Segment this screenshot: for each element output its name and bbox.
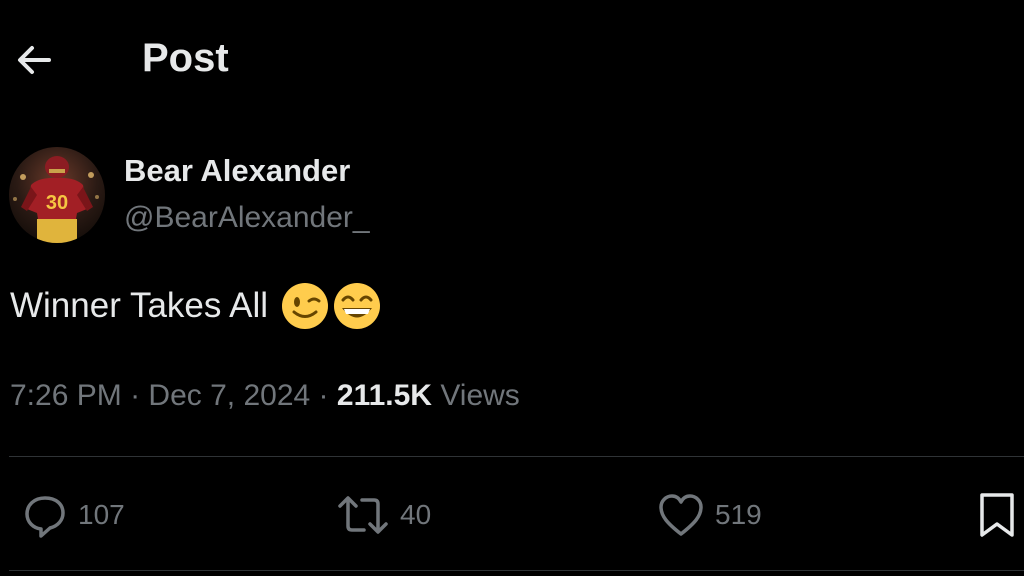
like-count: 519 (715, 499, 762, 530)
avatar-jersey-number: 30 (46, 192, 68, 214)
reply-icon (25, 496, 65, 538)
avatar[interactable]: 30 (9, 147, 105, 243)
repost-button[interactable]: 40 (336, 485, 431, 545)
action-bar: 107 40 519 (0, 485, 1024, 545)
arrow-left-icon (18, 46, 51, 74)
post-header: Post (0, 0, 1024, 116)
post-text: Winner Takes All (10, 280, 384, 332)
bookmark-button[interactable] (976, 485, 1018, 545)
heart-icon (659, 494, 703, 536)
views-label: Views (440, 379, 520, 412)
repost-count: 40 (400, 499, 432, 530)
post-date[interactable]: Dec 7, 2024 (148, 379, 310, 412)
post-metadata: 7:26 PM · Dec 7, 2024 · 211.5K Views (10, 376, 520, 416)
author-display-name[interactable]: Bear Alexander (124, 152, 350, 190)
post-time[interactable]: 7:26 PM (10, 379, 122, 412)
winking-face-emoji (280, 281, 330, 331)
reply-button[interactable]: 107 (22, 485, 125, 545)
post-text-content: Winner Takes All (10, 286, 269, 325)
grinning-face-emoji (332, 281, 382, 331)
page-title: Post (142, 36, 229, 80)
avatar-image: 30 (9, 147, 105, 243)
divider (9, 570, 1024, 571)
views-count: 211.5K (336, 379, 432, 412)
repost-icon (338, 496, 388, 534)
meta-separator: · (318, 379, 329, 412)
like-button[interactable]: 519 (657, 485, 762, 545)
author-handle[interactable]: @BearAlexander_ (124, 199, 370, 237)
bookmark-icon (980, 493, 1014, 537)
meta-separator: · (130, 379, 141, 412)
back-button[interactable] (12, 38, 56, 82)
divider (9, 456, 1024, 457)
reply-count: 107 (78, 499, 125, 530)
